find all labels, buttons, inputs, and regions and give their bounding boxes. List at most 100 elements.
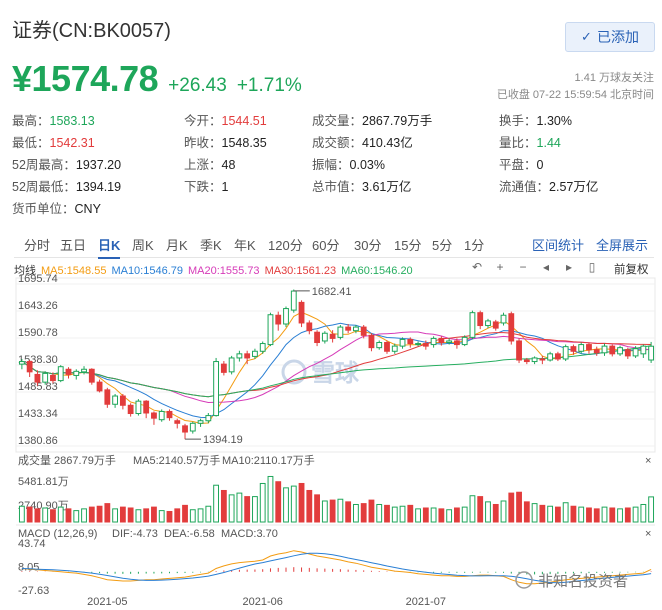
volume-bar xyxy=(50,509,56,523)
candle-body xyxy=(593,349,600,354)
wechat-watermark: 非知名投资者 xyxy=(515,571,628,590)
candle-body xyxy=(275,314,282,325)
volume-bar xyxy=(368,499,375,523)
volume-bar xyxy=(65,508,72,523)
volume-bar xyxy=(220,489,227,523)
candle-body xyxy=(244,353,251,359)
volume-bar xyxy=(446,509,453,523)
volume-bar xyxy=(562,502,569,523)
candle-body xyxy=(376,342,383,349)
candle-body xyxy=(321,332,328,342)
volume-bar xyxy=(601,506,608,523)
candle-body xyxy=(539,358,546,361)
candle-body xyxy=(454,340,460,346)
candle-body xyxy=(461,336,468,346)
candle-body xyxy=(353,326,359,332)
volume-bar xyxy=(407,504,414,523)
candle-body xyxy=(135,400,142,415)
volume-bar xyxy=(151,506,157,523)
candle-body xyxy=(96,381,103,392)
volume-bar xyxy=(205,505,212,523)
macd-tick-label: 8.05 xyxy=(18,562,39,574)
macd-dif: DIF:-4.73 xyxy=(112,528,158,540)
volume-bar xyxy=(127,507,134,523)
x-axis-label: 2021-05 xyxy=(87,596,127,608)
volume-bar xyxy=(119,506,126,523)
candle-body xyxy=(617,347,623,355)
volume-bar xyxy=(259,482,266,523)
candle-body xyxy=(104,389,111,405)
volume-bar xyxy=(422,507,429,523)
candle-body xyxy=(236,353,243,359)
volume-bar xyxy=(228,494,235,523)
volume-bar xyxy=(18,505,25,523)
candle-body xyxy=(50,374,56,382)
volume-bar xyxy=(578,506,585,523)
volume-ma5: MA5:2140.57万手 xyxy=(133,453,220,467)
candle-body xyxy=(42,372,49,383)
candle-body xyxy=(205,415,212,422)
candle-body xyxy=(112,395,119,405)
x-axis-label: 2021-06 xyxy=(243,596,283,608)
volume-bar xyxy=(570,505,577,523)
volume-bar xyxy=(34,508,41,523)
candle-body xyxy=(182,425,188,433)
volume-bar xyxy=(469,495,476,523)
candle-body xyxy=(228,357,235,373)
xueqiu-watermark: 雪球 xyxy=(281,359,360,387)
candle-body xyxy=(252,350,258,357)
candle-body xyxy=(516,340,522,361)
candle-body xyxy=(259,343,266,352)
volume-bar xyxy=(298,482,305,523)
volume-close-icon: × xyxy=(645,455,651,467)
macd-value: MACD:3.70 xyxy=(221,528,278,540)
volume-bar xyxy=(547,505,554,523)
price-tick-label: 1590.78 xyxy=(18,327,58,339)
volume-bar xyxy=(461,506,468,523)
volume-bar xyxy=(531,503,538,523)
volume-bar xyxy=(516,491,522,523)
volume-bar xyxy=(197,508,204,523)
volume-bar xyxy=(135,509,142,523)
candle-body xyxy=(430,337,437,346)
low-annotation: 1394.19 xyxy=(203,434,243,446)
volume-bar xyxy=(539,504,546,523)
volume-bar xyxy=(415,508,421,523)
volume-bar xyxy=(586,507,592,523)
x-axis-label: 2021-07 xyxy=(406,596,446,608)
volume-bar xyxy=(321,500,328,523)
candle-body xyxy=(485,320,491,327)
volume-bar xyxy=(337,498,344,523)
kline-chart[interactable]: 1695.741643.261590.781538.301485.831433.… xyxy=(0,0,662,610)
candle-body xyxy=(477,312,484,327)
volume-bar xyxy=(632,506,639,523)
volume-bar xyxy=(275,481,282,523)
volume-bar xyxy=(523,501,530,523)
candle-body xyxy=(283,308,289,325)
candle-body xyxy=(65,368,72,375)
candle-body xyxy=(360,326,367,336)
volume-bar xyxy=(104,503,111,523)
candle-body xyxy=(384,342,390,352)
volume-bar xyxy=(306,489,313,523)
volume-bar xyxy=(391,506,398,523)
volume-bar xyxy=(640,503,647,523)
candle-body xyxy=(151,412,157,419)
volume-bar xyxy=(290,485,297,523)
volume-bar xyxy=(399,505,406,523)
volume-bar xyxy=(624,507,631,523)
candle-body xyxy=(469,312,476,338)
candle-body xyxy=(213,361,219,417)
macd-close-icon: × xyxy=(645,528,651,540)
volume-legend-label: 成交量 2867.79万手 xyxy=(18,453,116,467)
volume-bar xyxy=(500,500,507,523)
volume-bar xyxy=(81,508,87,523)
candle-body xyxy=(189,422,196,432)
candle-body xyxy=(399,338,406,347)
volume-bar xyxy=(617,508,623,523)
volume-ma10: MA10:2110.17万手 xyxy=(222,453,315,467)
candle-body xyxy=(26,361,33,373)
volume-bar xyxy=(492,503,499,523)
candle-body xyxy=(34,373,41,383)
volume-bar xyxy=(430,507,437,523)
